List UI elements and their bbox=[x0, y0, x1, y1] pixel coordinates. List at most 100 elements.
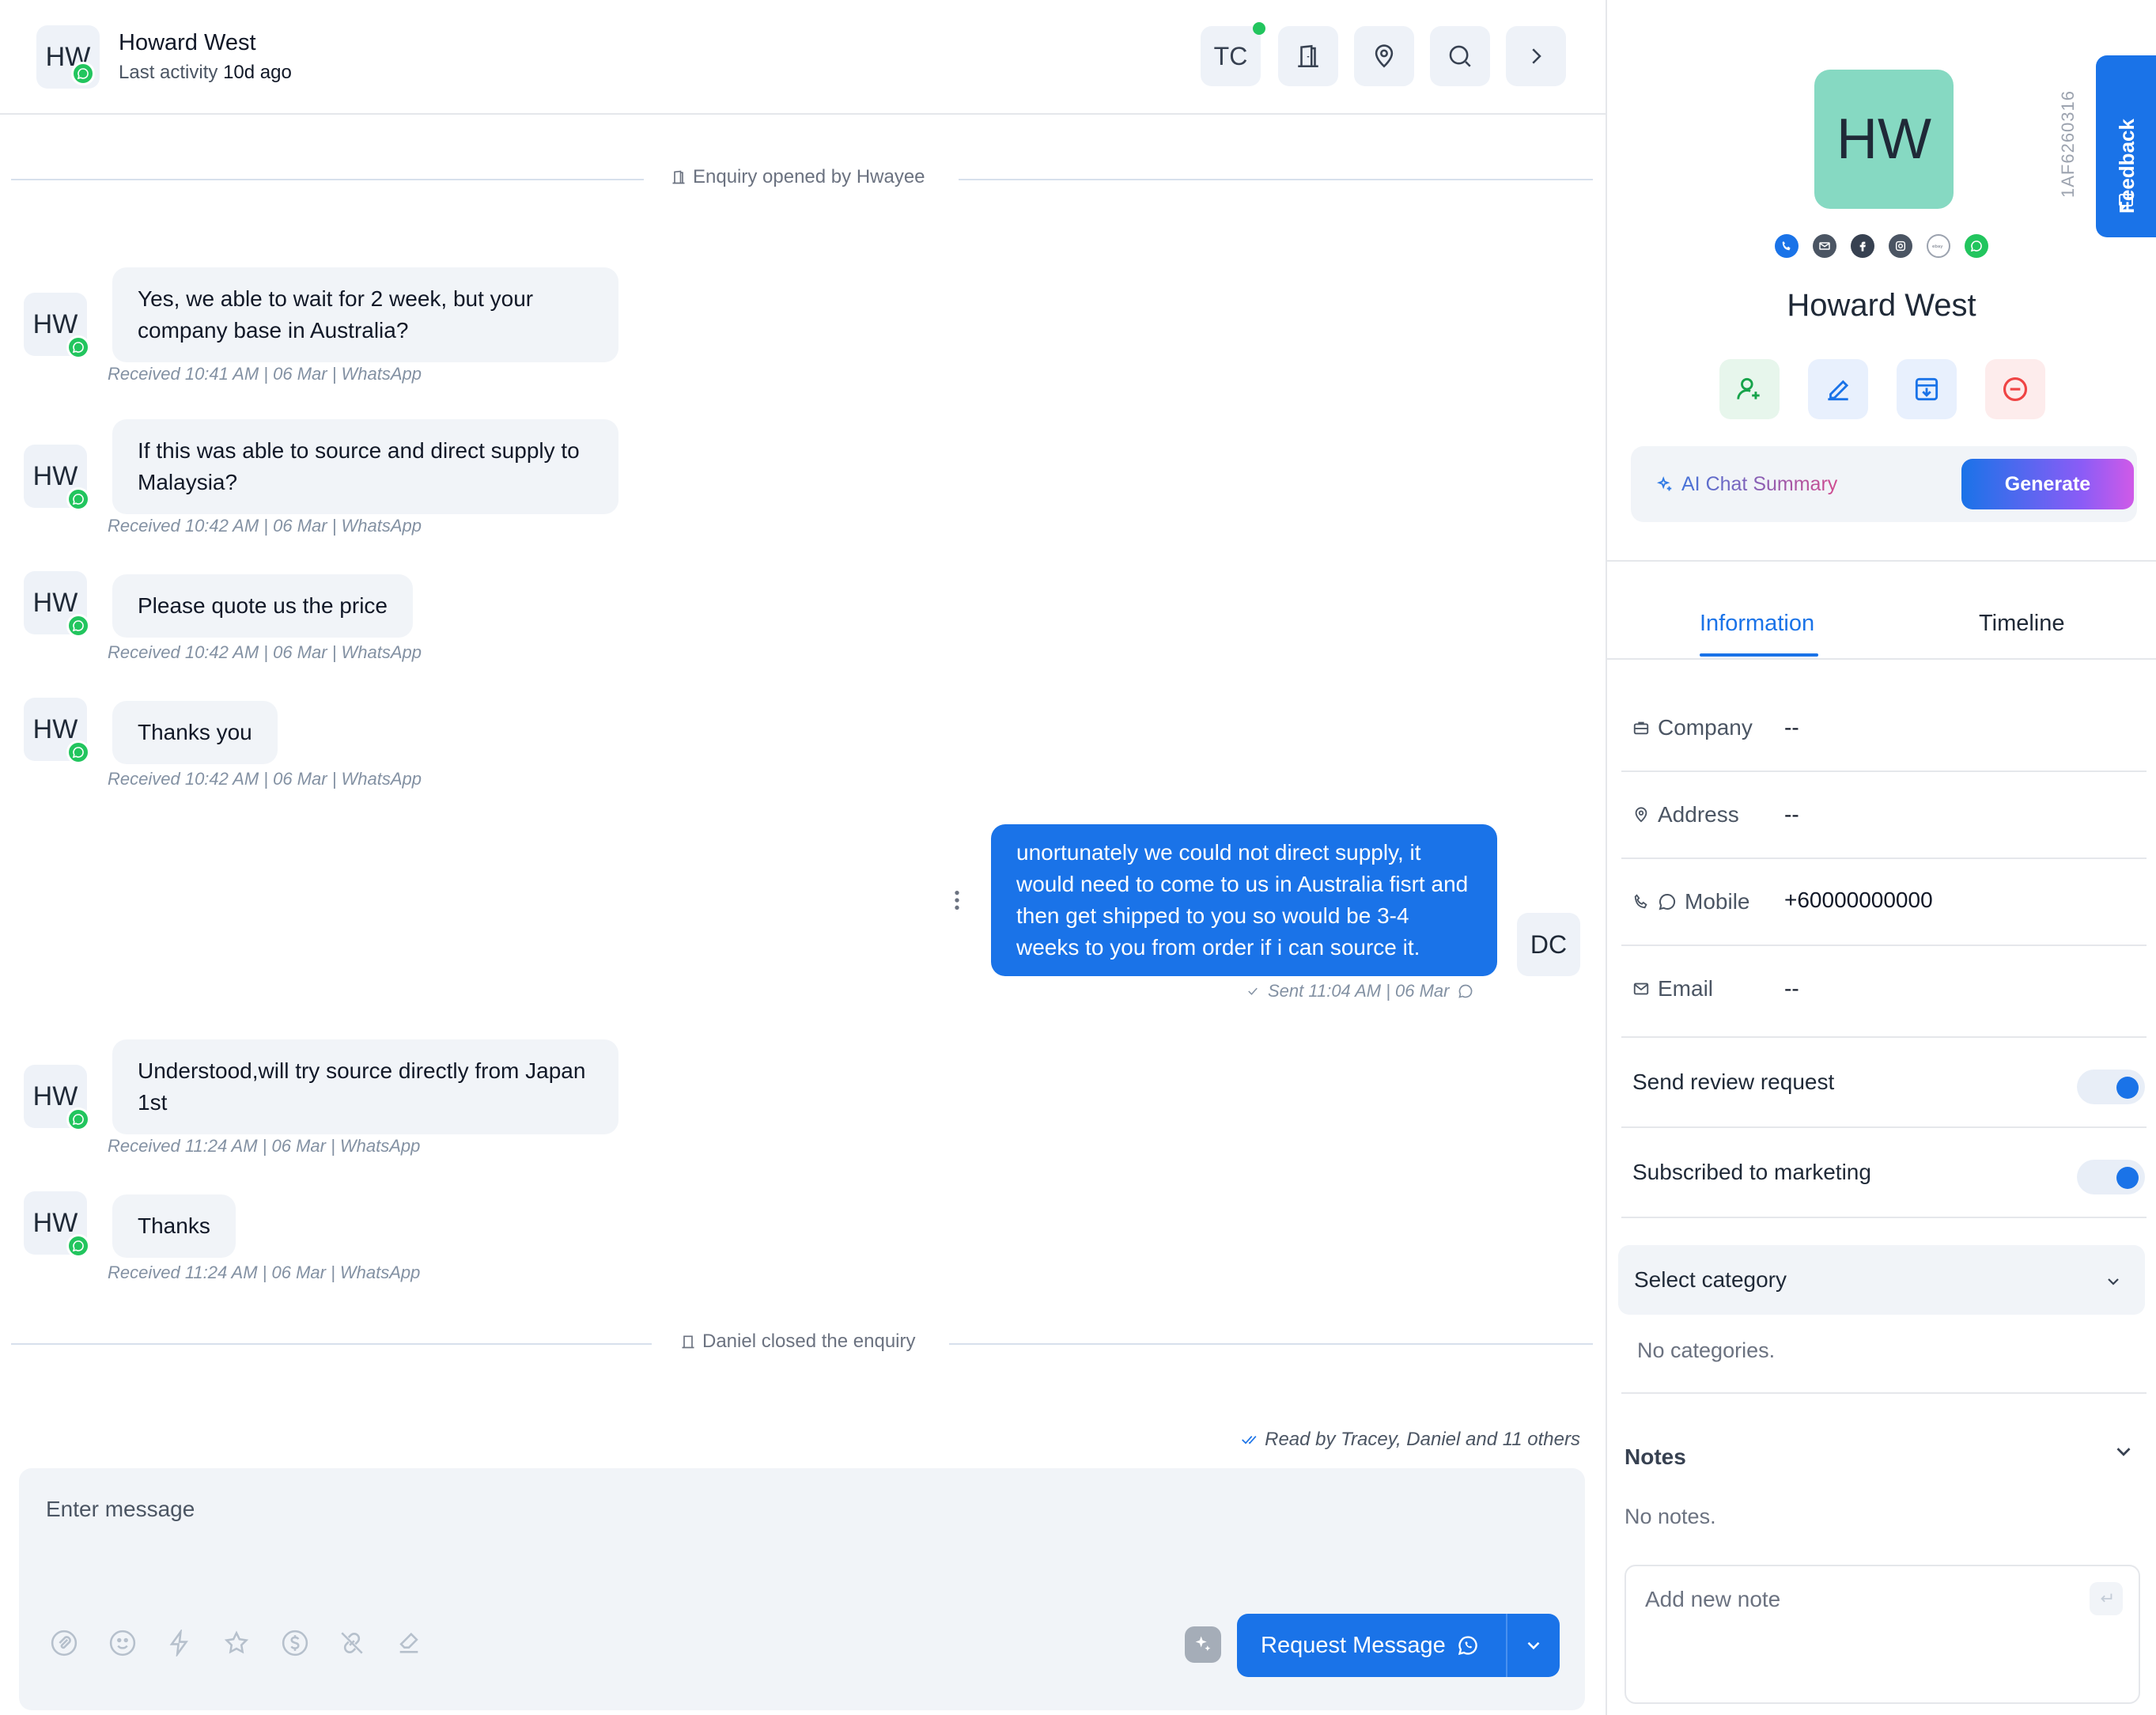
system-event-label: Daniel closed the enquiry bbox=[702, 1331, 916, 1352]
notes-title[interactable]: Notes bbox=[1625, 1444, 1686, 1470]
send-label-area[interactable]: Request Message bbox=[1237, 1614, 1507, 1677]
feedback-tab[interactable]: Feedback bbox=[2096, 55, 2156, 237]
facebook-channel-icon[interactable] bbox=[1851, 234, 1874, 258]
divider-line bbox=[11, 1343, 652, 1345]
divider-line bbox=[959, 179, 1593, 180]
message-avatar: HW bbox=[24, 1065, 90, 1131]
company-label: Company bbox=[1632, 715, 1753, 740]
phone-channel-icon[interactable] bbox=[1775, 234, 1799, 258]
review-button[interactable] bbox=[218, 1625, 255, 1661]
whatsapp-icon bbox=[71, 62, 95, 85]
outgoing-meta-text: Sent 11:04 AM | 06 Mar bbox=[1268, 981, 1450, 1001]
chevron-right-icon bbox=[1532, 48, 1541, 64]
agent-avatar: DC bbox=[1517, 913, 1580, 976]
chevron-down-icon bbox=[2108, 1278, 2119, 1285]
archive-contact-button[interactable] bbox=[1897, 359, 1957, 419]
whatsapp-icon bbox=[1458, 984, 1472, 998]
last-activity-value: 10d ago bbox=[223, 62, 292, 83]
collapse-panel-button[interactable] bbox=[1506, 26, 1566, 86]
system-event-opened: Enquiry opened by Hwayee bbox=[11, 163, 1593, 195]
review-request-toggle[interactable] bbox=[2077, 1070, 2145, 1104]
send-options-dropdown[interactable] bbox=[1507, 1635, 1560, 1656]
whatsapp-icon bbox=[66, 1107, 90, 1131]
location-button[interactable] bbox=[1354, 26, 1414, 86]
edit-contact-button[interactable] bbox=[1808, 359, 1868, 419]
contact-avatar[interactable]: HW bbox=[36, 25, 100, 89]
outgoing-message-bubble[interactable]: unortunately we could not direct supply,… bbox=[991, 824, 1497, 976]
tab-timeline[interactable]: Timeline bbox=[1979, 611, 2065, 637]
door-button[interactable] bbox=[1278, 26, 1338, 86]
message-bubble[interactable]: Understood,will try source directly from… bbox=[112, 1039, 618, 1134]
email-value[interactable]: -- bbox=[1784, 976, 1799, 1001]
company-value[interactable]: -- bbox=[1784, 715, 1799, 740]
clear-format-button[interactable] bbox=[391, 1625, 427, 1661]
message-meta: Received 11:24 AM | 06 Mar | WhatsApp bbox=[108, 1136, 421, 1156]
message-bubble[interactable]: Yes, we able to wait for 2 week, but you… bbox=[112, 267, 618, 362]
attach-button[interactable] bbox=[46, 1625, 82, 1661]
email-channel-icon[interactable] bbox=[1813, 234, 1836, 258]
ebay-channel-icon[interactable]: ebay bbox=[1927, 234, 1950, 258]
message-bubble[interactable]: Please quote us the price bbox=[112, 574, 413, 638]
mobile-value[interactable]: +60000000000 bbox=[1784, 888, 1933, 913]
divider-line bbox=[11, 179, 644, 180]
submit-note-button[interactable] bbox=[2090, 1582, 2123, 1615]
link-button[interactable] bbox=[334, 1625, 370, 1661]
instagram-channel-icon[interactable] bbox=[1889, 234, 1912, 258]
chevron-down-icon bbox=[1527, 1641, 1540, 1650]
payment-button[interactable] bbox=[277, 1625, 313, 1661]
enter-icon bbox=[2101, 1593, 2113, 1603]
address-label: Address bbox=[1632, 802, 1739, 827]
divider-line bbox=[949, 1343, 1593, 1345]
assign-contact-button[interactable] bbox=[1719, 359, 1780, 419]
phone-icon bbox=[1634, 894, 1647, 909]
star-icon bbox=[224, 1630, 249, 1654]
contact-id: 1AF6260316 bbox=[2058, 90, 2078, 198]
pencil-icon bbox=[1828, 380, 1849, 401]
quick-reply-button[interactable] bbox=[161, 1625, 198, 1661]
last-activity-label: Last activity bbox=[119, 62, 218, 83]
search-button[interactable] bbox=[1430, 26, 1490, 86]
check-icon bbox=[1248, 987, 1258, 995]
profile-initials: HW bbox=[1836, 108, 1931, 171]
briefcase-icon bbox=[1633, 721, 1649, 735]
last-activity: Last activity 10d ago bbox=[119, 62, 292, 84]
message-composer[interactable]: Enter message Request Message bbox=[19, 1468, 1585, 1710]
marketing-toggle[interactable] bbox=[2077, 1160, 2145, 1194]
chevron-down-icon[interactable] bbox=[2112, 1440, 2135, 1463]
review-toggle-label: Send review request bbox=[1632, 1070, 1835, 1094]
generate-summary-button[interactable]: Generate bbox=[1961, 459, 2134, 509]
info-row-company: Company -- bbox=[1621, 685, 2147, 772]
no-categories-text: No categories. bbox=[1637, 1338, 1776, 1362]
whatsapp-channel-icon[interactable] bbox=[1965, 234, 1988, 258]
message-input[interactable]: Enter message bbox=[46, 1497, 195, 1522]
chat-pane: HW Howard West Last activity 10d ago TC bbox=[0, 0, 1606, 1715]
category-select[interactable]: Select category bbox=[1618, 1245, 2145, 1315]
address-value[interactable]: -- bbox=[1784, 802, 1799, 827]
emoji-button[interactable] bbox=[104, 1625, 141, 1661]
map-pin-icon bbox=[1635, 807, 1647, 823]
add-note-placeholder: Add new note bbox=[1645, 1587, 1781, 1611]
message-meta: Received 10:42 AM | 06 Mar | WhatsApp bbox=[108, 642, 422, 662]
read-receipt[interactable]: Read by Tracey, Daniel and 11 others bbox=[1241, 1429, 1580, 1451]
search-icon bbox=[1449, 45, 1471, 67]
profile-avatar[interactable]: HW bbox=[1814, 70, 1954, 209]
block-contact-button[interactable] bbox=[1985, 359, 2045, 419]
request-message-button[interactable]: Request Message bbox=[1237, 1614, 1560, 1677]
message-bubble[interactable]: Thanks bbox=[112, 1194, 236, 1258]
message-meta: Received 10:42 AM | 06 Mar | WhatsApp bbox=[108, 516, 422, 536]
add-note-input[interactable]: Add new note bbox=[1625, 1565, 2140, 1704]
block-icon bbox=[2003, 377, 2028, 402]
ai-assist-button[interactable] bbox=[1185, 1626, 1221, 1663]
feedback-icon bbox=[2119, 194, 2133, 210]
contact-panel: HW 1AF6260316 Feedback ebay Howard West … bbox=[1607, 0, 2156, 1715]
whatsapp-icon bbox=[66, 614, 90, 638]
tab-information[interactable]: Information bbox=[1700, 611, 1814, 637]
message-bubble[interactable]: Thanks you bbox=[112, 701, 278, 764]
message-bubble[interactable]: If this was able to source and direct su… bbox=[112, 419, 618, 514]
ai-summary-label: AI Chat Summary bbox=[1656, 473, 1837, 496]
sparkle-icon bbox=[1195, 1636, 1211, 1652]
message-options-button[interactable] bbox=[949, 888, 965, 913]
assignee-button[interactable]: TC bbox=[1201, 26, 1261, 86]
message-meta: Received 11:24 AM | 06 Mar | WhatsApp bbox=[108, 1263, 421, 1282]
avatar-initials: HW bbox=[32, 714, 78, 744]
